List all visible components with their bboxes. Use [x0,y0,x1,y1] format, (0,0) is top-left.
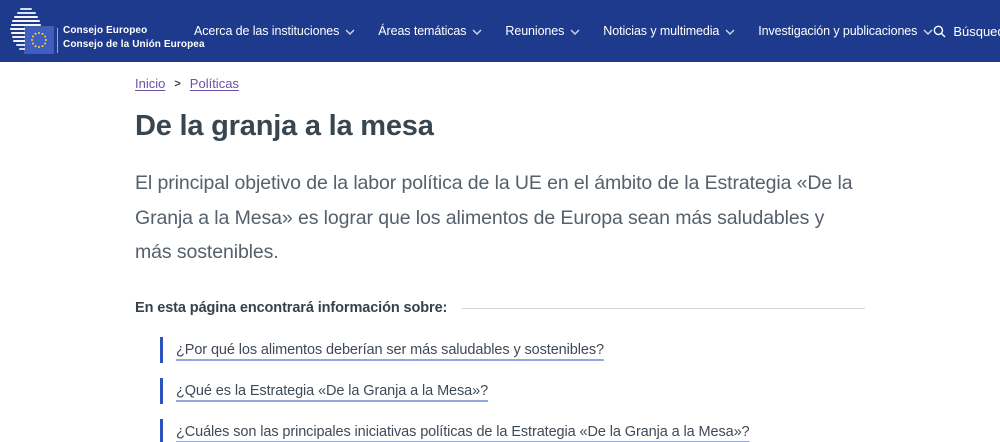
nav-item-areas-tematicas[interactable]: Áreas temáticas [378,24,482,38]
nav-item-label: Investigación y publicaciones [758,24,917,38]
chevron-down-icon [923,29,933,35]
search-button[interactable]: Búsqueda [933,24,1000,39]
breadcrumb-separator: > [174,78,180,90]
breadcrumb: Inicio > Políticas [135,76,865,91]
intro-paragraph: El principal objetivo de la labor políti… [135,166,865,270]
search-label: Búsqueda [953,24,1000,39]
nav-item-investigacion[interactable]: Investigación y publicaciones [758,24,933,38]
toc-link-que-es-estrategia[interactable]: ¿Qué es la Estrategia «De la Granja a la… [176,378,488,404]
nav-item-label: Acerca de las instituciones [194,24,339,38]
nav-item-instituciones[interactable]: Acerca de las instituciones [194,24,355,38]
breadcrumb-link-inicio[interactable]: Inicio [135,76,165,91]
eu-stars-icon [38,39,40,41]
toc-accent-bar [160,419,163,442]
logo-line2: Consejo de la Unión Europea [63,39,205,50]
toc-link-iniciativas-politicas[interactable]: ¿Cuáles son las principales iniciativas … [176,419,750,442]
council-logo[interactable]: Consejo Europeo Consejo de la Unión Euro… [10,7,182,55]
toc-item: ¿Cuáles son las principales iniciativas … [160,419,865,442]
horizontal-rule [462,308,865,309]
logo-line1: Consejo Europeo [63,25,147,36]
toc-accent-bar [160,378,163,404]
nav-item-reuniones[interactable]: Reuniones [505,24,580,38]
search-icon [933,25,946,38]
nav-item-noticias[interactable]: Noticias y multimedia [603,24,735,38]
chevron-down-icon [345,29,355,35]
logo-divider [57,28,58,53]
main-nav: Acerca de las instituciones Áreas temáti… [194,24,933,38]
header-bar: Consejo Europeo Consejo de la Unión Euro… [0,0,1000,62]
toc-item: ¿Qué es la Estrategia «De la Granja a la… [160,378,865,404]
eu-flag-icon [25,27,53,53]
on-this-page-section: En esta página encontrará información so… [135,300,865,316]
page-title: De la granja a la mesa [135,110,865,143]
nav-item-label: Noticias y multimedia [603,24,719,38]
toc-link-saludables-sostenibles[interactable]: ¿Por qué los alimentos deberían ser más … [176,337,604,363]
toc-list: ¿Por qué los alimentos deberían ser más … [160,337,865,442]
chevron-down-icon [725,29,735,35]
toc-item: ¿Por qué los alimentos deberían ser más … [160,337,865,363]
nav-item-label: Reuniones [505,24,564,38]
main-content: Inicio > Políticas De la granja a la mes… [0,62,1000,442]
toc-accent-bar [160,337,163,363]
on-this-page-label: En esta página encontrará información so… [135,300,447,316]
chevron-down-icon [472,29,482,35]
chevron-down-icon [570,29,580,35]
logo-text: Consejo Europeo Consejo de la Unión Euro… [63,24,205,52]
breadcrumb-link-politicas[interactable]: Políticas [190,76,239,91]
nav-item-label: Áreas temáticas [378,24,466,38]
